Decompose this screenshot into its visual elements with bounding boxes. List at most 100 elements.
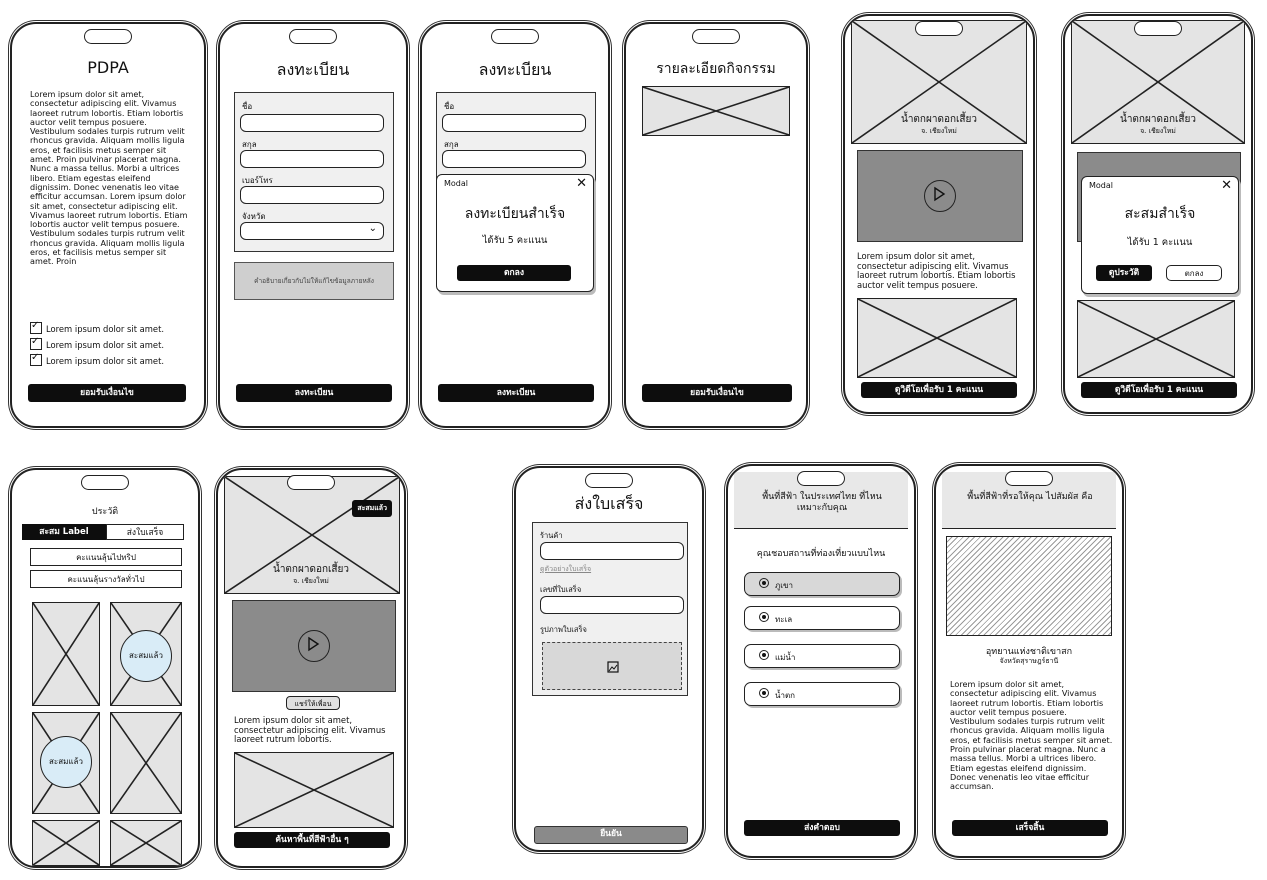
place-province: จ. เชียงใหม่: [293, 577, 329, 585]
image-upload-icon: [607, 661, 619, 673]
page-title: พื้นที่สีฟ้าที่รอให้คุณ ไปสัมผัส คือ: [967, 492, 1093, 502]
register-button[interactable]: ลงทะเบียน: [438, 384, 594, 402]
place-province: จ. เชียงใหม่: [921, 127, 957, 135]
play-icon[interactable]: [924, 180, 956, 212]
close-icon[interactable]: ✕: [576, 176, 587, 191]
phone-notch: [585, 473, 633, 488]
accept-terms-button[interactable]: ยอมรับเงื่อนไข: [642, 384, 792, 402]
place-name: น้ำตกผาดอกเสี้ยว: [272, 564, 350, 575]
confirm-button[interactable]: ยืนยัน: [534, 826, 688, 844]
quiz-option-waterfall[interactable]: น้ำตก: [744, 682, 900, 706]
tab-send-receipt[interactable]: ส่งใบเสร็จ: [106, 524, 184, 540]
place-name: น้ำตกผาดอกเสี้ยว: [1119, 114, 1197, 125]
label-card[interactable]: [110, 712, 182, 814]
quiz-option-sea[interactable]: ทะเล: [744, 606, 900, 630]
checkbox-checked-icon: [30, 336, 42, 350]
phone-detail-collected: สะสมแล้ว น้ำตกผาดอกเสี้ยว จ. เชียงใหม่ แ…: [216, 468, 406, 868]
field-label-receipt-photo: รูปภาพใบเสร็จ: [540, 625, 587, 634]
phone-notch: [491, 29, 539, 44]
modal-label: Modal: [1089, 181, 1113, 190]
phone-notch: [289, 29, 337, 44]
modal-subtitle: ได้รับ 1 คะแนน: [1127, 237, 1193, 248]
watch-video-button[interactable]: ดูวิดีโอเพื่อรับ 1 คะแนน: [861, 382, 1017, 398]
phone-notch: [287, 475, 335, 490]
result-description: Lorem ipsum dolor sit amet, consectetur …: [950, 679, 1113, 792]
place-province: จ. เชียงใหม่: [1140, 127, 1176, 135]
label-card[interactable]: [32, 820, 100, 866]
phone-collect-success: น้ำตกผาดอกเสี้ยว จ. เชียงใหม่ Modal ✕ สะ…: [1063, 14, 1253, 414]
page-title: PDPA: [87, 58, 129, 77]
image-placeholder: [642, 86, 790, 136]
receipt-example-link[interactable]: ดูตัวอย่างใบเสร็จ: [540, 564, 591, 575]
result-province: จังหวัดสุราษฎร์ธานี: [999, 657, 1059, 665]
field-label-receipt-number: เลขที่ใบเสร็จ: [540, 585, 582, 594]
submit-answer-button[interactable]: ส่งคำตอบ: [744, 820, 900, 836]
modal-label: Modal: [444, 179, 468, 188]
view-history-button[interactable]: ดูประวัติ: [1096, 265, 1152, 281]
points-trip-row[interactable]: คะแนนลุ้นไปทริป: [30, 548, 182, 566]
register-button[interactable]: ลงทะเบียน: [236, 384, 392, 402]
chevron-down-icon: ⌄: [368, 223, 377, 234]
receipt-photo-upload[interactable]: [542, 642, 682, 690]
field-label-first-name: ชื่อ: [242, 102, 253, 111]
phone-quiz-result: พื้นที่สีฟ้าที่รอให้คุณ ไปสัมผัส คือ อุท…: [934, 464, 1124, 858]
quiz-option-river[interactable]: แม่น้ำ: [744, 644, 900, 668]
phone-history: ประวัติ สะสม Label ส่งใบเสร็จ คะแนนลุ้นไ…: [10, 468, 200, 868]
video-player[interactable]: [857, 150, 1023, 242]
page-title: ประวัติ: [91, 507, 119, 517]
share-button[interactable]: แชร์ให้เพื่อน: [286, 696, 340, 710]
close-icon[interactable]: ✕: [1221, 178, 1232, 193]
consent-checkbox-3[interactable]: Lorem ipsum dolor sit amet.: [30, 352, 164, 366]
last-name-input[interactable]: [442, 150, 586, 168]
page-title: ลงทะเบียน: [276, 60, 350, 79]
radio-icon: [759, 650, 769, 660]
find-other-blue-areas-button[interactable]: ค้นหาพื้นที่สีฟ้าอื่น ๆ: [234, 832, 390, 848]
first-name-input[interactable]: [442, 114, 586, 132]
points-general-row[interactable]: คะแนนลุ้นรางวัลทั่วไป: [30, 570, 182, 588]
phone-notch: [81, 475, 129, 490]
radio-icon: [759, 612, 769, 622]
place-description: Lorem ipsum dolor sit amet, consectetur …: [234, 715, 386, 745]
watch-video-button[interactable]: ดูวิดีโอเพื่อรับ 1 คะแนน: [1081, 382, 1237, 398]
pdpa-body-text: Lorem ipsum dolor sit amet, consectetur …: [30, 89, 188, 267]
page-title: ลงทะเบียน: [478, 60, 552, 79]
phone-notch: [1134, 21, 1182, 36]
label-card[interactable]: [32, 602, 100, 706]
modal-title: สะสมสำเร็จ: [1124, 206, 1196, 222]
modal-title: ลงทะเบียนสำเร็จ: [464, 206, 566, 222]
phone-activity-details: รายละเอียดกิจกรรม ยอมรับเงื่อนไข: [624, 22, 808, 428]
label-card[interactable]: [110, 820, 182, 866]
modal-ok-button[interactable]: ตกลง: [457, 265, 571, 281]
shop-input[interactable]: [540, 542, 684, 560]
modal-ok-button[interactable]: ตกลง: [1166, 265, 1222, 281]
phone-notch: [797, 471, 845, 486]
page-title: ส่งใบเสร็จ: [574, 494, 644, 513]
phone-waterfall: น้ำตกผาดอกเสี้ยว จ. เชียงใหม่ Lorem ipsu…: [843, 14, 1035, 414]
tab-collect-label[interactable]: สะสม Label: [22, 524, 106, 540]
checkbox-checked-icon: [30, 352, 42, 366]
collected-badge: สะสมแล้ว: [120, 630, 172, 682]
first-name-input[interactable]: [240, 114, 384, 132]
receipt-number-input[interactable]: [540, 596, 684, 614]
place-description: Lorem ipsum dolor sit amet, consectetur …: [857, 251, 1016, 290]
phone-send-receipt: ส่งใบเสร็จ ร้านค้า ดูตัวอย่างใบเสร็จ เลข…: [514, 466, 704, 852]
image-placeholder: [1077, 300, 1235, 378]
field-label-shop: ร้านค้า: [540, 531, 563, 540]
checkbox-checked-icon: [30, 320, 42, 334]
collected-corner-badge: สะสมแล้ว: [352, 500, 392, 517]
consent-checkbox-2[interactable]: Lorem ipsum dolor sit amet.: [30, 336, 164, 350]
finish-button[interactable]: เสร็จสิ้น: [952, 820, 1108, 836]
video-player[interactable]: [232, 600, 396, 692]
consent-checkbox-1[interactable]: Lorem ipsum dolor sit amet.: [30, 320, 164, 334]
page-title: พื้นที่สีฟ้า ในประเทศไทย ที่ไหนเหมาะกับค…: [762, 492, 882, 513]
accept-terms-button[interactable]: ยอมรับเงื่อนไข: [28, 384, 186, 402]
play-icon[interactable]: [298, 630, 330, 662]
phone-input[interactable]: [240, 186, 384, 204]
success-modal: Modal ✕ ลงทะเบียนสำเร็จ ได้รับ 5 คะแนน ต…: [436, 174, 594, 292]
province-select[interactable]: ⌄: [240, 222, 384, 240]
collect-success-modal: Modal ✕ สะสมสำเร็จ ได้รับ 1 คะแนน ดูประว…: [1081, 176, 1239, 294]
phone-register-success: ลงทะเบียน ชื่อ สกุล Modal ✕ ลงทะเบียนสำเ…: [420, 22, 610, 428]
last-name-input[interactable]: [240, 150, 384, 168]
phone-register: ลงทะเบียน ชื่อ สกุล เบอร์โทร จังหวัด ⌄ ค…: [218, 22, 408, 428]
quiz-option-mountain[interactable]: ภูเขา: [744, 572, 900, 596]
